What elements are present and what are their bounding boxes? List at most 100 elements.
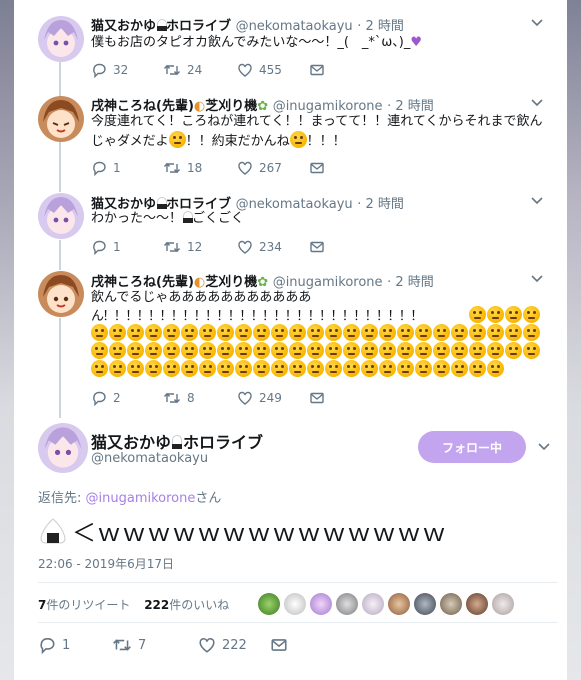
- angry-face-icon: [289, 342, 306, 359]
- reply-button[interactable]: 32: [91, 62, 128, 78]
- message-button[interactable]: [309, 62, 325, 78]
- angry-face-icon: [181, 324, 198, 341]
- message-button[interactable]: [270, 637, 288, 653]
- angry-face-icon: [469, 360, 486, 377]
- flushed-face-icon: [289, 131, 307, 148]
- handle[interactable]: @nekomataokayu: [91, 451, 208, 466]
- retweet-stat[interactable]: 7件のリツイート: [38, 598, 130, 612]
- liker-avatar[interactable]: [414, 593, 436, 615]
- angry-face-icon: [91, 324, 108, 341]
- liker-avatar[interactable]: [258, 593, 280, 615]
- retweet-button[interactable]: 18: [163, 160, 202, 176]
- liker-avatar[interactable]: [440, 593, 462, 615]
- author-name[interactable]: 猫又おかゆ ホロライブ: [91, 429, 263, 453]
- angry-face-icon: [433, 324, 450, 341]
- angry-face-icon: [325, 324, 342, 341]
- angry-face-icon: [325, 342, 342, 359]
- timestamp[interactable]: · 2 時間: [357, 197, 404, 212]
- avatar[interactable]: [38, 96, 84, 142]
- heart-icon: [238, 240, 252, 254]
- like-button[interactable]: 222: [198, 637, 247, 653]
- reply-button[interactable]: 2: [91, 390, 121, 406]
- chevron-down-icon[interactable]: [530, 98, 544, 108]
- chevron-down-icon[interactable]: [537, 442, 551, 452]
- reply-button[interactable]: 1: [38, 637, 70, 654]
- liker-avatar[interactable]: [388, 593, 410, 615]
- message-button[interactable]: [309, 160, 325, 176]
- retweet-button[interactable]: 7: [112, 637, 146, 653]
- tweet-header: 猫又おかゆ ホロライブ @nekomataokayu · 2 時間: [91, 15, 404, 34]
- reply-button[interactable]: 1: [91, 239, 121, 255]
- liker-avatar[interactable]: [466, 593, 488, 615]
- liker-avatar[interactable]: [284, 593, 306, 615]
- retweet-count: 24: [187, 63, 203, 77]
- reply-button[interactable]: 1: [91, 160, 121, 176]
- angry-face-icon: [523, 324, 540, 341]
- angry-face-icon: [145, 342, 162, 359]
- angry-face-icon: [523, 306, 540, 323]
- like-button[interactable]: 234: [237, 239, 282, 255]
- avatar[interactable]: [38, 423, 88, 473]
- angry-face-icon: [469, 342, 486, 359]
- onigiri-icon: [182, 211, 194, 223]
- retweet-button[interactable]: 24: [163, 62, 202, 78]
- flushed-face-icon: [168, 131, 186, 148]
- retweet-button[interactable]: 12: [163, 239, 202, 255]
- like-stat[interactable]: 222件のいいね: [144, 598, 229, 612]
- angry-face-icon: [217, 324, 234, 341]
- liker-avatar[interactable]: [336, 593, 358, 615]
- following-button[interactable]: フォロー中: [418, 431, 526, 463]
- liker-avatar[interactable]: [310, 593, 332, 615]
- background-strip-left: [0, 0, 14, 680]
- tweet-text: 僕もお店のタピオカ飲んでみたいな～～！_( _*`ω、)_♥: [91, 33, 422, 52]
- tweet-text-fragment: ん！！！！！！！！！！！！！！！！！！！！！！！！！！！！: [91, 309, 423, 324]
- onigiri-icon: [171, 435, 183, 449]
- handle[interactable]: @nekomataokayu: [236, 197, 353, 212]
- handle[interactable]: @nekomataokayu: [236, 19, 353, 34]
- tweet-timestamp[interactable]: 22:06 - 2019年6月17日: [38, 555, 174, 572]
- chevron-down-icon[interactable]: [530, 196, 544, 206]
- message-button[interactable]: [309, 390, 325, 406]
- envelope-icon: [310, 241, 324, 253]
- timestamp[interactable]: · 2 時間: [357, 19, 404, 34]
- reply-icon: [93, 391, 106, 406]
- display-name[interactable]: 猫又おかゆ: [91, 19, 156, 34]
- angry-face-icon: [271, 342, 288, 359]
- angry-face-icon: [253, 324, 270, 341]
- heart-icon: [238, 63, 252, 77]
- reply-to-handle[interactable]: @inugamikorone: [86, 491, 196, 506]
- angry-face-icon: [145, 360, 162, 377]
- angry-face-icon: [487, 306, 504, 323]
- like-button[interactable]: 249: [237, 390, 282, 406]
- retweet-button[interactable]: 8: [163, 390, 195, 406]
- angry-face-icon: [127, 360, 144, 377]
- main-tweet-text: ＜ｗｗｗｗｗｗｗｗｗｗｗｗｗｗ: [38, 513, 447, 548]
- angry-face-icon: [127, 342, 144, 359]
- angry-face-icon: [253, 360, 270, 377]
- heart-icon: [199, 637, 215, 653]
- like-count: 455: [259, 63, 282, 77]
- angry-face-icon: [451, 360, 468, 377]
- message-button[interactable]: [309, 239, 325, 255]
- angry-face-icon: [397, 342, 414, 359]
- angry-face-icon: [91, 360, 108, 377]
- chevron-down-icon[interactable]: [530, 18, 544, 28]
- angry-face-icon: [271, 324, 288, 341]
- like-button[interactable]: 267: [237, 160, 282, 176]
- thread-connector: [59, 62, 61, 97]
- angry-face-icon: [379, 360, 396, 377]
- chevron-down-icon[interactable]: [530, 274, 544, 284]
- thread-connector: [59, 318, 61, 418]
- avatar[interactable]: [38, 193, 84, 239]
- avatar[interactable]: [38, 16, 84, 62]
- angry-face-icon: [487, 324, 504, 341]
- avatar[interactable]: [38, 271, 84, 317]
- angry-face-icon: [181, 360, 198, 377]
- like-button[interactable]: 455: [237, 62, 282, 78]
- tweet-text-content: わかった～～！: [91, 211, 183, 226]
- retweet-icon: [163, 241, 181, 253]
- liker-avatar[interactable]: [492, 593, 514, 615]
- liker-avatars: [258, 593, 514, 615]
- liker-avatar[interactable]: [362, 593, 384, 615]
- angry-face-icon: [325, 360, 342, 377]
